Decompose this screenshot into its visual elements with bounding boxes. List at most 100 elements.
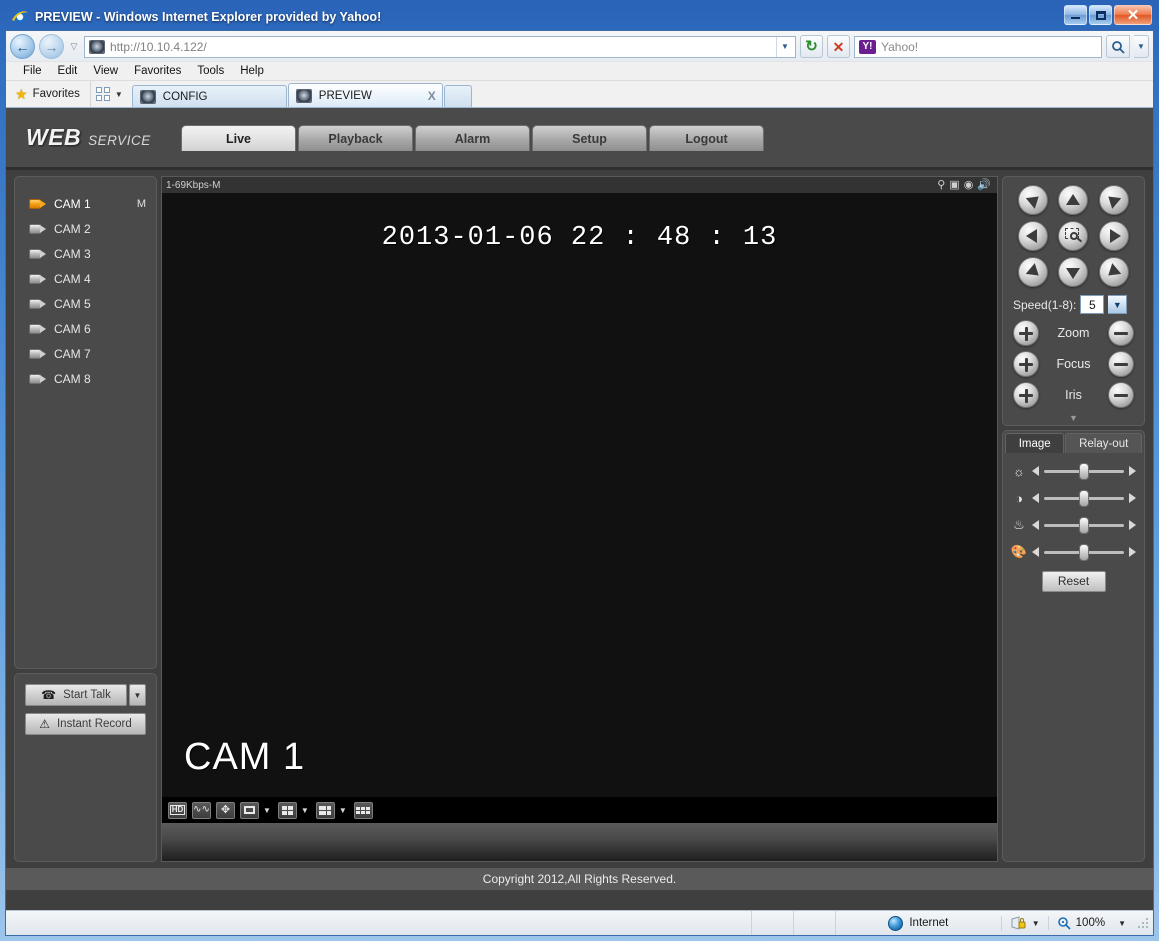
tab-image[interactable]: Image [1005,433,1065,453]
audio-icon[interactable]: 🔊 [977,179,991,191]
hue-slider[interactable] [1044,516,1124,534]
ptz-down-left-button[interactable] [1018,257,1049,287]
window-4-caret-icon[interactable]: ▼ [301,806,309,815]
search-button[interactable] [1106,35,1130,58]
contrast-increase-arrow-icon[interactable] [1129,493,1136,503]
resize-grip[interactable] [1136,916,1150,930]
saturation-increase-arrow-icon[interactable] [1129,547,1136,557]
ptz-down-button[interactable] [1058,257,1089,287]
nav-tab-setup[interactable]: Setup [532,124,647,151]
ptz-up-left-button[interactable] [1018,185,1049,215]
start-talk-button[interactable]: ☎ Start Talk [25,684,127,706]
ptz-down-right-button[interactable] [1098,257,1129,287]
zoom-caret-icon[interactable]: ▼ [1110,919,1126,928]
camera-item-6[interactable]: CAM 6 [29,316,156,341]
start-talk-dropdown[interactable]: ▼ [129,684,146,706]
menu-edit[interactable]: Edit [51,63,85,79]
favorites-button[interactable]: ★ Favorites [6,81,91,107]
window-6-caret-icon[interactable]: ▼ [339,806,347,815]
camera-item-2[interactable]: CAM 2 [29,216,156,241]
camera-item-5[interactable]: CAM 5 [29,291,156,316]
window-4-button[interactable] [277,801,297,819]
camera-item-7[interactable]: CAM 7 [29,341,156,366]
camera-item-8[interactable]: CAM 8 [29,366,156,391]
tab-config[interactable]: CONFIG [131,85,287,107]
instant-record-button[interactable]: ⚠ Instant Record [25,713,146,735]
fluency-button[interactable]: ∿∿ [192,801,211,819]
tab-preview[interactable]: PREVIEW X [287,83,443,107]
brightness-increase-arrow-icon[interactable] [1129,466,1136,476]
ptz-collapse-caret-icon[interactable]: ▼ [1003,413,1144,425]
camera-item-4[interactable]: CAM 4 [29,266,156,291]
quick-tabs-button[interactable]: ▼ [91,81,128,107]
speed-value[interactable]: 5 [1080,295,1105,314]
protected-mode-caret-icon[interactable]: ▼ [1032,919,1040,928]
camera-label: CAM 6 [54,321,91,336]
ptz-left-button[interactable] [1018,221,1049,251]
stop-button[interactable]: ✕ [827,35,850,58]
search-options-caret-icon[interactable]: ▼ [1134,35,1149,58]
close-button[interactable]: ✕ [1114,5,1152,25]
camera-item-3[interactable]: CAM 3 [29,241,156,266]
window-1-caret-icon[interactable]: ▼ [263,806,271,815]
focus-increase-button[interactable] [1013,351,1039,377]
protected-mode-indicator[interactable]: ▼ [1000,915,1048,931]
tab-relay-out[interactable]: Relay-out [1065,433,1142,453]
nav-tab-playback[interactable]: Playback [298,124,413,151]
hue-decrease-arrow-icon[interactable] [1032,520,1039,530]
iris-decrease-button[interactable] [1107,382,1134,408]
contrast-decrease-arrow-icon[interactable] [1032,493,1039,503]
brand-logo: WEB SERVICE [16,124,181,151]
window-1-button[interactable] [240,801,259,819]
history-caret-icon[interactable]: ▽ [68,41,80,52]
iris-increase-button[interactable] [1013,382,1039,408]
ptz-focus-row: Focus [1003,351,1144,377]
video-canvas[interactable]: 2013-01-06 22 : 48 : 13 CAM 1 [162,193,997,797]
menu-help[interactable]: Help [233,63,271,79]
address-dropdown-icon[interactable]: ▼ [776,36,793,57]
saturation-decrease-arrow-icon[interactable] [1032,547,1039,557]
quick-tabs-caret-icon[interactable]: ▼ [112,90,123,99]
new-tab-button[interactable] [443,85,472,107]
refresh-button[interactable]: ↻ [800,35,823,58]
maximize-button[interactable] [1089,5,1112,25]
nav-tab-live[interactable]: Live [181,124,296,151]
ptz-zoom-area-button[interactable] [1058,221,1089,251]
ptz-right-button[interactable] [1098,221,1129,251]
contrast-slider[interactable] [1044,489,1124,507]
snapshot-icon[interactable]: ◉ [964,179,974,191]
menu-tools[interactable]: Tools [190,63,231,79]
address-bar[interactable]: http://10.10.4.122/ ▼ [84,35,796,58]
zoom-increase-button[interactable] [1013,320,1039,346]
zoom-control[interactable]: 100% ▼ [1047,916,1136,930]
full-screen-button[interactable]: ✥ [216,801,235,819]
digital-zoom-icon[interactable]: ⚲ [937,179,945,191]
window-6-button[interactable] [315,801,335,819]
local-record-icon[interactable]: ▣ [949,179,959,191]
ptz-up-right-button[interactable] [1098,185,1129,215]
ptz-up-button[interactable] [1058,185,1089,215]
menu-favorites[interactable]: Favorites [127,63,188,79]
zoom-decrease-button[interactable] [1107,320,1134,346]
camera-item-1[interactable]: CAM 1 M [29,191,156,216]
brightness-slider[interactable] [1044,462,1124,480]
saturation-slider[interactable] [1044,543,1124,561]
nav-tab-logout[interactable]: Logout [649,124,764,151]
search-input[interactable]: Y! Yahoo! [854,35,1102,58]
speed-dropdown-caret-icon[interactable]: ▼ [1108,295,1128,314]
menu-view[interactable]: View [86,63,125,79]
window-9-button[interactable] [353,801,373,819]
camera-label: CAM 4 [54,271,91,286]
minimize-button[interactable] [1064,5,1087,25]
hue-increase-arrow-icon[interactable] [1129,520,1136,530]
menu-file[interactable]: File [16,63,49,79]
brightness-decrease-arrow-icon[interactable] [1032,466,1039,476]
reset-button[interactable]: Reset [1041,571,1106,592]
nav-tab-alarm[interactable]: Alarm [415,124,530,151]
quality-hd-button[interactable]: HD [168,801,187,819]
focus-decrease-button[interactable] [1107,351,1134,377]
back-button[interactable]: ← [10,34,35,59]
security-zone[interactable]: Internet [836,915,1001,931]
forward-button[interactable]: → [39,34,64,59]
tab-close-icon[interactable]: X [422,89,436,103]
